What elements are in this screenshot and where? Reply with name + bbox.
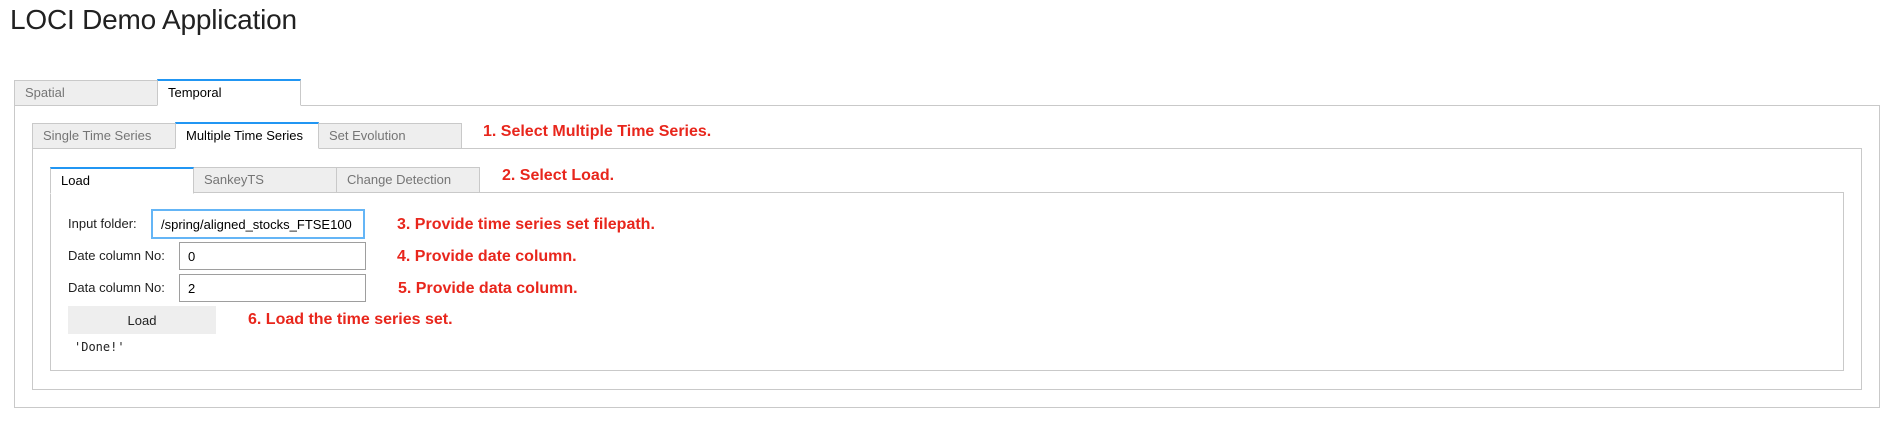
input-folder-label: Input folder: xyxy=(68,216,137,231)
date-column-label: Date column No: xyxy=(68,248,165,263)
tab-multiple-time-series[interactable]: Multiple Time Series xyxy=(175,122,319,149)
annotation-step-1: 1. Select Multiple Time Series. xyxy=(483,123,712,140)
annotation-step-3: 3. Provide time series set filepath. xyxy=(397,216,655,233)
data-column-field[interactable] xyxy=(179,274,366,302)
tab-single-time-series[interactable]: Single Time Series xyxy=(32,123,176,149)
tab-spatial[interactable]: Spatial xyxy=(14,80,158,106)
data-column-label: Data column No: xyxy=(68,280,165,295)
input-folder-field[interactable] xyxy=(152,210,364,238)
output-text: 'Done!' xyxy=(74,340,125,354)
tab-change-detection[interactable]: Change Detection xyxy=(336,167,480,193)
annotation-step-4: 4. Provide date column. xyxy=(397,248,577,265)
page-title: LOCI Demo Application xyxy=(10,4,297,35)
tab-temporal[interactable]: Temporal xyxy=(157,79,301,106)
annotation-step-6: 6. Load the time series set. xyxy=(248,311,453,328)
tab-set-evolution[interactable]: Set Evolution xyxy=(318,123,462,149)
tab-sankeyts[interactable]: SankeyTS xyxy=(193,167,337,193)
date-column-field[interactable] xyxy=(179,242,366,270)
annotation-step-2: 2. Select Load. xyxy=(502,167,615,184)
tab-load[interactable]: Load xyxy=(50,167,194,194)
annotation-step-5: 5. Provide data column. xyxy=(398,280,578,297)
load-button[interactable]: Load xyxy=(68,306,216,334)
